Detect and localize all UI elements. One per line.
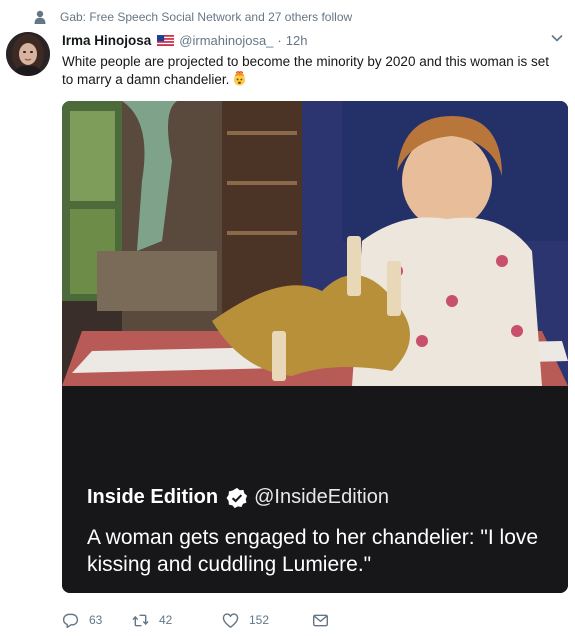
author-name[interactable]: Irma Hinojosa xyxy=(62,33,151,48)
separator-dot: · xyxy=(277,32,282,48)
media-caption: A woman gets engaged to her chandelier: … xyxy=(87,526,539,576)
tweet-text: White people are projected to become the… xyxy=(62,53,562,89)
media-source-name[interactable]: Inside Edition xyxy=(87,486,218,509)
reply-icon xyxy=(62,613,79,628)
person-icon xyxy=(34,10,46,24)
retweet-button[interactable]: 42 xyxy=(132,612,222,629)
verified-badge-icon xyxy=(226,487,248,508)
heart-icon xyxy=(222,612,239,628)
reply-count: 63 xyxy=(89,613,103,627)
reply-button[interactable]: 63 xyxy=(62,612,132,629)
tweet-body: White people are projected to become the… xyxy=(62,54,550,87)
avatar[interactable] xyxy=(6,32,50,76)
like-count: 152 xyxy=(249,613,270,627)
tweet-header: Irma Hinojosa @irmahinojosa_ · 12h xyxy=(62,31,307,49)
media-source-handle[interactable]: @InsideEdition xyxy=(254,486,389,509)
retweet-count: 42 xyxy=(159,613,173,627)
tweet-timestamp[interactable]: 12h xyxy=(286,33,308,48)
media-card[interactable]: Inside Edition @InsideEdition A woman ge… xyxy=(62,101,568,593)
media-photo[interactable] xyxy=(62,101,568,386)
social-context-text[interactable]: Gab: Free Speech Social Network and 27 o… xyxy=(60,10,352,24)
media-caption-area: Inside Edition @InsideEdition A woman ge… xyxy=(62,386,568,593)
us-flag-icon xyxy=(157,34,175,46)
tweet-actions: 63 42 152 xyxy=(62,610,339,630)
chevron-down-icon[interactable] xyxy=(551,33,563,43)
direct-message-button[interactable] xyxy=(312,612,339,629)
media-source: Inside Edition @InsideEdition xyxy=(87,486,389,509)
like-button[interactable]: 152 xyxy=(222,612,312,629)
author-handle[interactable]: @irmahinojosa_ xyxy=(179,33,273,48)
retweet-icon xyxy=(132,614,149,626)
exploding-head-emoji xyxy=(234,71,246,86)
envelope-icon xyxy=(312,614,329,626)
